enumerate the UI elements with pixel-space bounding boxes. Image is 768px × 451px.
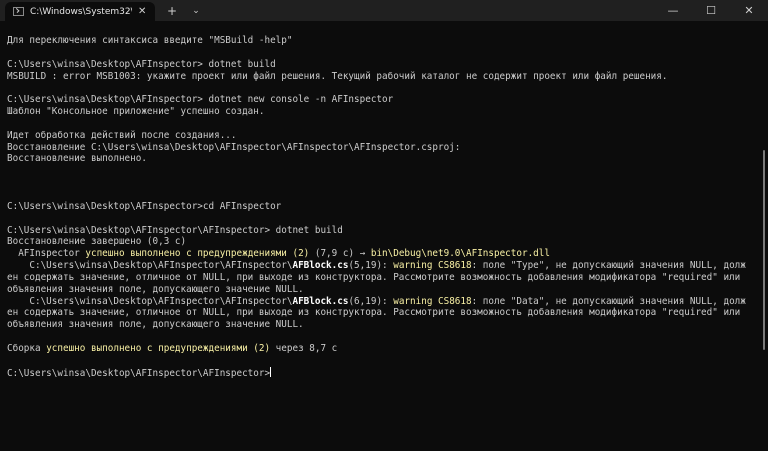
terminal-text: Восстановление C:\Users\winsa\Desktop\AF… [7, 141, 461, 153]
minimize-button[interactable]: — [654, 0, 692, 21]
terminal-line: C:\Users\winsa\Desktop\AFInspector> dotn… [7, 59, 759, 71]
terminal-text: (5,19): [348, 260, 394, 272]
terminal-text: C:\Users\winsa\Desktop\AFInspector> dotn… [7, 58, 276, 70]
terminal-text: (7,9 с) → [309, 248, 371, 260]
terminal-text: Идет обработка действий после создания..… [7, 129, 237, 141]
terminal-text: C:\Users\winsa\Desktop\AFInspector\AFIns… [7, 260, 293, 272]
terminal-text: Для переключения синтаксиса введите "MSB… [7, 35, 293, 46]
terminal-text: успешно выполнено с предупреждениями (2) [85, 248, 310, 260]
terminal-line: Идет обработка действий после создания..… [7, 130, 759, 142]
terminal-line: Восстановление выполнено. [7, 153, 759, 165]
scrollbar[interactable] [763, 150, 765, 350]
terminal-line: Для переключения синтаксиса введите "MSB… [7, 35, 759, 47]
maximize-button[interactable]: ☐ [692, 0, 730, 21]
tab-title: C:\Windows\System32\cmd.ex [30, 6, 132, 17]
tab-close-icon[interactable]: ✕ [138, 6, 146, 17]
text-cursor [270, 366, 272, 377]
terminal-text: объявления значения поле, допускающего з… [7, 319, 304, 331]
terminal-text: Восстановление завершено (0,3 с) [7, 236, 187, 248]
terminal-text: ен содержать значение, отличное от NULL,… [7, 271, 741, 283]
terminal-line: объявления значения поле, допускающего з… [7, 284, 759, 296]
terminal-text: : поле "Type", не допускающий значения N… [471, 260, 746, 272]
terminal-text: C:\Users\winsa\Desktop\AFInspector> dotn… [7, 94, 394, 106]
terminal-text: C:\Users\winsa\Desktop\AFInspector\AFIns… [7, 367, 271, 379]
terminal-text: AFBlock.cs [292, 295, 349, 307]
terminal-text: (6,19): [348, 295, 394, 307]
terminal-line: AFInspector успешно выполнено с предупре… [7, 248, 759, 260]
terminal-text: Шаблон "Консольное приложение" успешно с… [7, 106, 265, 118]
terminal-text: warning CS8618 [393, 295, 472, 307]
terminal-line: C:\Users\winsa\Desktop\AFInspector\AFIns… [7, 296, 759, 308]
new-tab-button[interactable]: + [159, 0, 185, 21]
terminal-line: MSBUILD : error MSB1003: укажите проект … [7, 71, 759, 83]
tab-cmd[interactable]: C:\Windows\System32\cmd.ex ✕ [5, 2, 155, 21]
terminal-line: ен содержать значение, отличное от NULL,… [7, 272, 759, 284]
terminal-line: C:\Users\winsa\Desktop\AFInspector\AFIns… [7, 260, 759, 272]
terminal-text: C:\Users\winsa\Desktop\AFInspector>cd AF… [7, 200, 282, 212]
terminal-text: C:\Users\winsa\Desktop\AFInspector\AFIns… [7, 224, 343, 236]
terminal-line: C:\Users\winsa\Desktop\AFInspector\AFIns… [7, 366, 759, 379]
terminal-line: C:\Users\winsa\Desktop\AFInspector> dotn… [7, 94, 759, 106]
title-bar: C:\Windows\System32\cmd.ex ✕ + ⌄ — ☐ ✕ [0, 0, 768, 21]
terminal-text: AFInspector [7, 248, 86, 260]
terminal-text: bin\Debug\net9.0\AFInspector.dll [370, 248, 550, 260]
terminal-text: через 8,7 с [270, 342, 338, 354]
terminal-line: ен содержать значение, отличное от NULL,… [7, 307, 759, 319]
terminal-line: Шаблон "Консольное приложение" успешно с… [7, 106, 759, 118]
terminal-text: MSBUILD : error MSB1003: укажите проект … [7, 70, 668, 82]
cmd-icon [13, 7, 24, 16]
terminal-line: Восстановление завершено (0,3 с) [7, 236, 759, 248]
terminal-line: Восстановление C:\Users\winsa\Desktop\AF… [7, 142, 759, 154]
chevron-down-icon[interactable]: ⌄ [185, 0, 207, 21]
close-button[interactable]: ✕ [730, 0, 768, 21]
terminal-line: Сборка успешно выполнено с предупреждени… [7, 343, 759, 355]
terminal-text: объявления значения поле, допускающего з… [7, 283, 304, 295]
terminal-output[interactable]: Для переключения синтаксиса введите "MSB… [7, 35, 759, 445]
terminal-line: C:\Users\winsa\Desktop\AFInspector\AFIns… [7, 225, 759, 237]
terminal-text: ен содержать значение, отличное от NULL,… [7, 307, 741, 319]
terminal-text: успешно выполнено с предупреждениями (2) [46, 342, 271, 354]
terminal-text: Сборка [7, 342, 47, 354]
terminal-text: AFBlock.cs [292, 260, 349, 272]
terminal-text: C:\Users\winsa\Desktop\AFInspector\AFIns… [7, 295, 293, 307]
terminal-text: warning CS8618 [393, 260, 472, 272]
terminal-text: Восстановление выполнено. [7, 153, 147, 165]
window-controls: — ☐ ✕ [654, 0, 768, 21]
terminal-line: объявления значения поле, допускающего з… [7, 319, 759, 331]
terminal-line: C:\Users\winsa\Desktop\AFInspector>cd AF… [7, 201, 759, 213]
terminal-text: : поле "Data", не допускающий значения N… [471, 295, 746, 307]
